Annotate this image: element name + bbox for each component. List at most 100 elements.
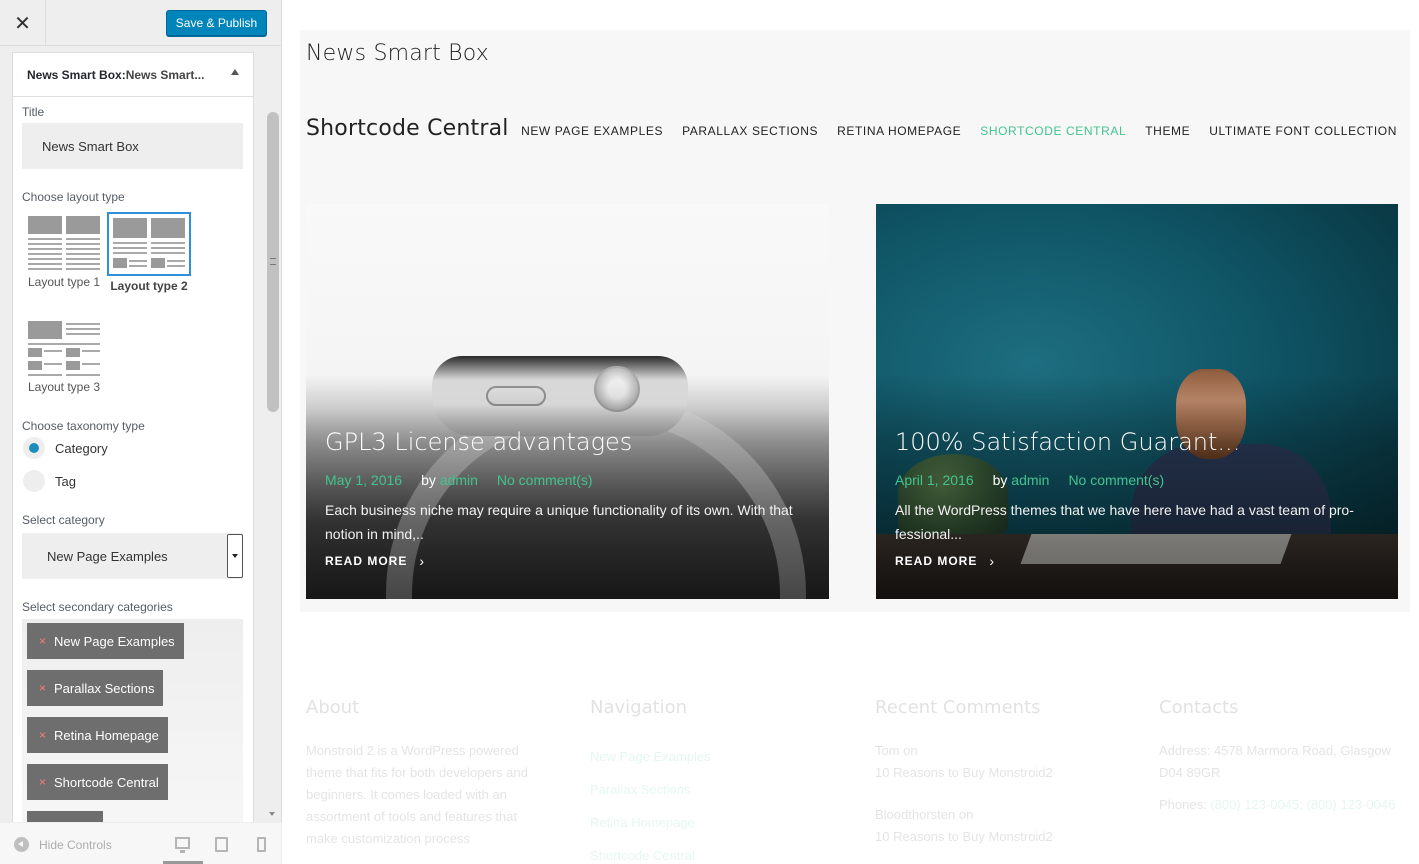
mobile-icon[interactable] [257, 837, 266, 852]
scroll-down-icon[interactable] [269, 812, 275, 816]
layout-option-1[interactable]: Layout type 1 [22, 216, 106, 289]
category-radio-label: Category [55, 441, 108, 456]
category-radio[interactable] [23, 437, 45, 459]
footer-recent-comments: Recent Comments Tom on 10 Reasons to Buy… [875, 697, 1120, 848]
layout-type-label: Choose layout type [22, 190, 125, 204]
layout-3-caption: Layout type 3 [27, 380, 101, 394]
footer-nav-link[interactable]: New Page Examples [590, 740, 835, 773]
footer-about-title: About [306, 697, 360, 718]
layout-2-thumbnail [107, 212, 191, 276]
nav-item[interactable]: ULTIMATE FONT COLLECTION [1209, 124, 1397, 138]
remove-icon[interactable]: × [39, 634, 46, 648]
layout-option-3[interactable]: Layout type 3 [22, 321, 106, 394]
nav-item-active[interactable]: SHORTCODE CENTRAL [980, 124, 1126, 138]
post-card[interactable]: 100% Satisfaction Guarant... April 1, 20… [876, 204, 1398, 599]
comment-author[interactable]: Bloodthorsten on [875, 804, 1120, 826]
post-excerpt: All the WordPress themes that we have he… [895, 502, 1354, 542]
chip-label: Retina Homepage [54, 727, 159, 743]
sidebar-scrollbar[interactable] [267, 112, 279, 412]
post-comments[interactable]: No comment(s) [1068, 472, 1164, 488]
post-title[interactable]: GPL3 License advantages [325, 428, 632, 456]
footer-about-text: Monstroid 2 is a WordPress powered theme… [306, 743, 528, 846]
layout-3-thumbnail [28, 321, 100, 377]
chip-label: Parallax Sections [54, 680, 155, 696]
category-select[interactable]: New Page Examples [22, 533, 243, 579]
post-by: by [421, 472, 436, 488]
chevron-down-icon[interactable] [227, 534, 243, 578]
main-navigation: NEW PAGE EXAMPLES PARALLAX SECTIONS RETI… [502, 124, 1397, 138]
post-by: by [992, 472, 1008, 488]
footer-phones-label: Phones: [1159, 797, 1207, 812]
post-meta: April 1, 2016 by admin No comment(s) [895, 472, 1164, 488]
chip-label: Shortcode Central [54, 774, 159, 790]
post-title[interactable]: 100% Satisfaction Guarant... [895, 428, 1240, 456]
footer-nav-link[interactable]: Shortcode Central [590, 839, 835, 864]
nav-item[interactable]: PARALLAX SECTIONS [682, 124, 818, 138]
hide-controls-label: Hide Controls [39, 837, 112, 852]
post-author[interactable]: admin [440, 472, 478, 488]
post-date[interactable]: April 1, 2016 [895, 472, 974, 488]
remove-icon[interactable]: × [39, 775, 46, 789]
sidebar-header: ✕ Save & Publish [0, 0, 282, 46]
nav-item[interactable]: NEW PAGE EXAMPLES [521, 124, 663, 138]
layout-1-thumbnail [28, 216, 100, 272]
footer-about: About Monstroid 2 is a WordPress powered… [306, 697, 551, 850]
post-excerpt: Each business niche may require a unique… [325, 502, 793, 542]
post-meta: May 1, 2016 by admin No comment(s) [325, 472, 593, 488]
secondary-chip[interactable]: × Shortcode Central [27, 764, 168, 800]
post-card[interactable]: GPL3 License advantages May 1, 2016 by ad… [306, 204, 829, 599]
footer-navigation-title: Navigation [590, 697, 688, 718]
save-publish-button[interactable]: Save & Publish [166, 10, 267, 36]
read-more-label: READ MORE [325, 554, 408, 568]
comment-post[interactable]: 10 Reasons to Buy Monstroid2 [875, 826, 1120, 848]
nav-item[interactable]: THEME [1145, 124, 1190, 138]
section-title-rest: News Smart... [125, 67, 205, 82]
close-button[interactable]: ✕ [0, 0, 46, 46]
secondary-categories-label: Select secondary categories [22, 600, 173, 614]
footer-contacts-title: Contacts [1159, 697, 1239, 718]
footer-contacts: Contacts Address: 4578 Marmora Road, Gla… [1159, 697, 1404, 816]
post-comments[interactable]: No comment(s) [497, 472, 593, 488]
collapse-arrow-icon[interactable] [231, 69, 239, 75]
sidebar-scroll-area: News Smart Box: News Smart... Title News… [0, 46, 282, 822]
secondary-categories-list: × New Page Examples × Parallax Sections × R… [22, 619, 243, 822]
taxonomy-type-label: Choose taxonomy type [22, 419, 145, 433]
select-category-label: Select category [22, 513, 105, 527]
post-date[interactable]: May 1, 2016 [325, 472, 402, 488]
read-more-label: READ MORE [895, 554, 978, 568]
secondary-chip-partial[interactable] [27, 811, 103, 822]
layout-option-2[interactable]: Layout type 2 [107, 212, 191, 293]
secondary-chip[interactable]: × Retina Homepage [27, 717, 168, 753]
title-label: Title [22, 105, 45, 119]
footer-nav-link[interactable]: Retina Homepage [590, 806, 835, 839]
secondary-chip[interactable]: × New Page Examples [27, 623, 184, 659]
desktop-icon[interactable] [175, 837, 190, 853]
tablet-icon[interactable] [215, 837, 228, 852]
section-header[interactable]: News Smart Box: News Smart... [13, 53, 253, 97]
footer-navigation: Navigation New Page Examples Parallax Se… [590, 697, 835, 864]
footer-address: Address: 4578 Marmora Road, Glasgow D04 … [1159, 743, 1391, 780]
chevron-right-icon: › [989, 553, 996, 569]
close-icon: ✕ [14, 12, 31, 35]
customizer-app: ✕ Save & Publish News Smart Box: News Sm… [0, 0, 1419, 864]
remove-icon[interactable]: × [39, 728, 46, 742]
layout-2-caption: Layout type 2 [110, 279, 188, 293]
footer-nav-link[interactable]: Parallax Sections [590, 773, 835, 806]
title-input[interactable]: News Smart Box [22, 123, 243, 169]
footer-phones[interactable]: (800) 123-0045; (800) 123-0046 [1210, 797, 1395, 812]
read-more-link[interactable]: READ MORE › [325, 553, 425, 569]
comment-post[interactable]: 10 Reasons to Buy Monstroid2 [875, 762, 1120, 784]
secondary-chip[interactable]: × Parallax Sections [27, 670, 164, 706]
remove-icon[interactable]: × [39, 681, 46, 695]
hide-controls-button[interactable]: Hide Controls [14, 837, 112, 852]
tag-radio[interactable] [23, 470, 45, 492]
scrollbar-grip-icon [270, 258, 276, 265]
post-author[interactable]: admin [1011, 472, 1049, 488]
nav-item[interactable]: RETINA HOMEPAGE [837, 124, 961, 138]
comment-author[interactable]: Tom on [875, 740, 1120, 762]
read-more-link[interactable]: READ MORE › [895, 553, 995, 569]
sidebar-footer: Hide Controls [0, 822, 282, 864]
widget-title: News Smart Box [306, 41, 489, 66]
site-title[interactable]: Shortcode Central [306, 116, 509, 141]
footer-widgets: About Monstroid 2 is a WordPress powered… [306, 697, 1416, 864]
